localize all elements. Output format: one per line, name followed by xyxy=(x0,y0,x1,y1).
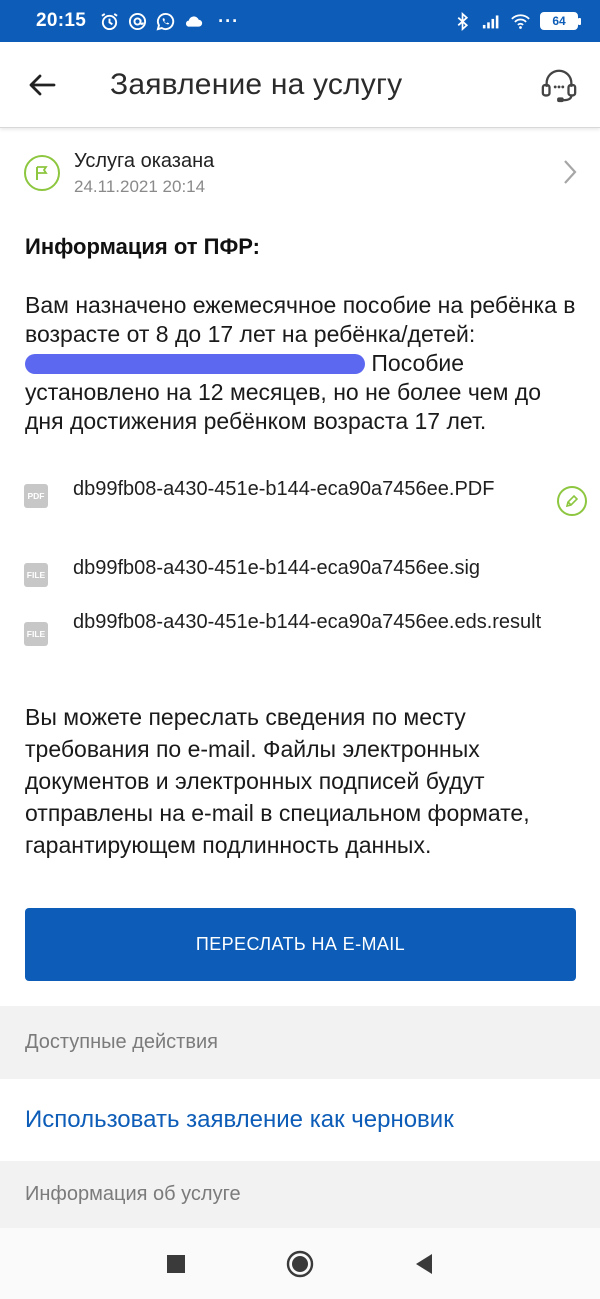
status-icons-left: ··· xyxy=(100,11,239,32)
pen-sign-icon xyxy=(565,494,579,508)
recents-button[interactable] xyxy=(114,1228,238,1299)
status-time: 20:15 xyxy=(36,10,87,31)
section-header-service-info[interactable]: Информация об услуге xyxy=(0,1161,600,1228)
back-button[interactable] xyxy=(0,42,84,128)
email-info-text: Вы можете переслать сведения по месту тр… xyxy=(25,704,530,858)
file-name: db99fb08-a430-451e-b144-eca90a7456ee.PDF xyxy=(73,478,495,500)
generic-file-icon: FILE xyxy=(24,622,48,646)
status-date: 24.11.2021 20:14 xyxy=(74,177,206,196)
circle-home-icon xyxy=(286,1250,314,1277)
file-item-sig[interactable]: FILE db99fb08-a430-451e-b144-eca90a7456e… xyxy=(0,556,600,587)
home-button[interactable] xyxy=(238,1228,362,1299)
alarm-icon xyxy=(100,12,119,31)
page-title: Заявление на услугу xyxy=(110,67,403,101)
square-recents-icon xyxy=(167,1254,185,1273)
flag-icon xyxy=(24,155,60,191)
support-button[interactable] xyxy=(524,42,594,128)
status-texts: Услуга оказана 24.11.2021 20:14 xyxy=(74,150,214,197)
generic-file-icon: FILE xyxy=(24,563,48,587)
status-icons-right: 64 xyxy=(453,11,581,31)
info-text: Вам назначено ежемесячное пособие на реб… xyxy=(25,291,580,436)
battery-icon: 64 xyxy=(540,12,581,30)
more-notifications: ··· xyxy=(218,10,240,31)
file-item-pdf[interactable]: PDF db99fb08-a430-451e-b144-eca90a7456ee… xyxy=(0,477,600,516)
file-item-eds-result[interactable]: FILE db99fb08-a430-451e-b144-eca90a7456e… xyxy=(0,610,600,646)
service-status-row[interactable]: Услуга оказана 24.11.2021 20:14 xyxy=(0,150,600,214)
section-header-actions: Доступные действия xyxy=(0,1006,600,1079)
status-title: Услуга оказана xyxy=(74,150,215,172)
bluetooth-icon xyxy=(453,11,472,31)
app-bar: Заявление на услугу xyxy=(0,42,600,128)
verify-signature-button[interactable] xyxy=(557,486,587,516)
file-name: db99fb08-a430-451e-b144-eca90a7456ee.sig xyxy=(73,557,481,579)
redacted-names xyxy=(25,354,365,374)
back-arrow-icon xyxy=(29,74,56,95)
system-nav-bar xyxy=(0,1228,600,1299)
file-name: db99fb08-a430-451e-b144-eca90a7456ee.eds… xyxy=(73,611,542,633)
headset-support-icon xyxy=(541,69,577,102)
at-icon xyxy=(128,12,147,31)
pdf-file-icon: PDF xyxy=(24,484,48,508)
wifi-icon xyxy=(511,12,530,31)
whatsapp-icon xyxy=(156,12,175,31)
triangle-back-icon xyxy=(416,1253,432,1274)
send-email-button[interactable]: ПЕРЕСЛАТЬ НА E-MAIL xyxy=(25,908,576,981)
info-heading: Информация от ПФР: xyxy=(25,234,260,259)
cloud-icon xyxy=(184,12,203,31)
signal-icon xyxy=(482,12,501,31)
status-bar: 20:15 ··· 64 xyxy=(0,0,600,42)
use-as-draft-link[interactable]: Использовать заявление как черновик xyxy=(25,1106,454,1134)
chevron-right-icon xyxy=(562,158,578,191)
back-nav-button[interactable] xyxy=(362,1228,486,1299)
info-text-start: Вам назначено ежемесячное пособие на реб… xyxy=(25,292,576,347)
